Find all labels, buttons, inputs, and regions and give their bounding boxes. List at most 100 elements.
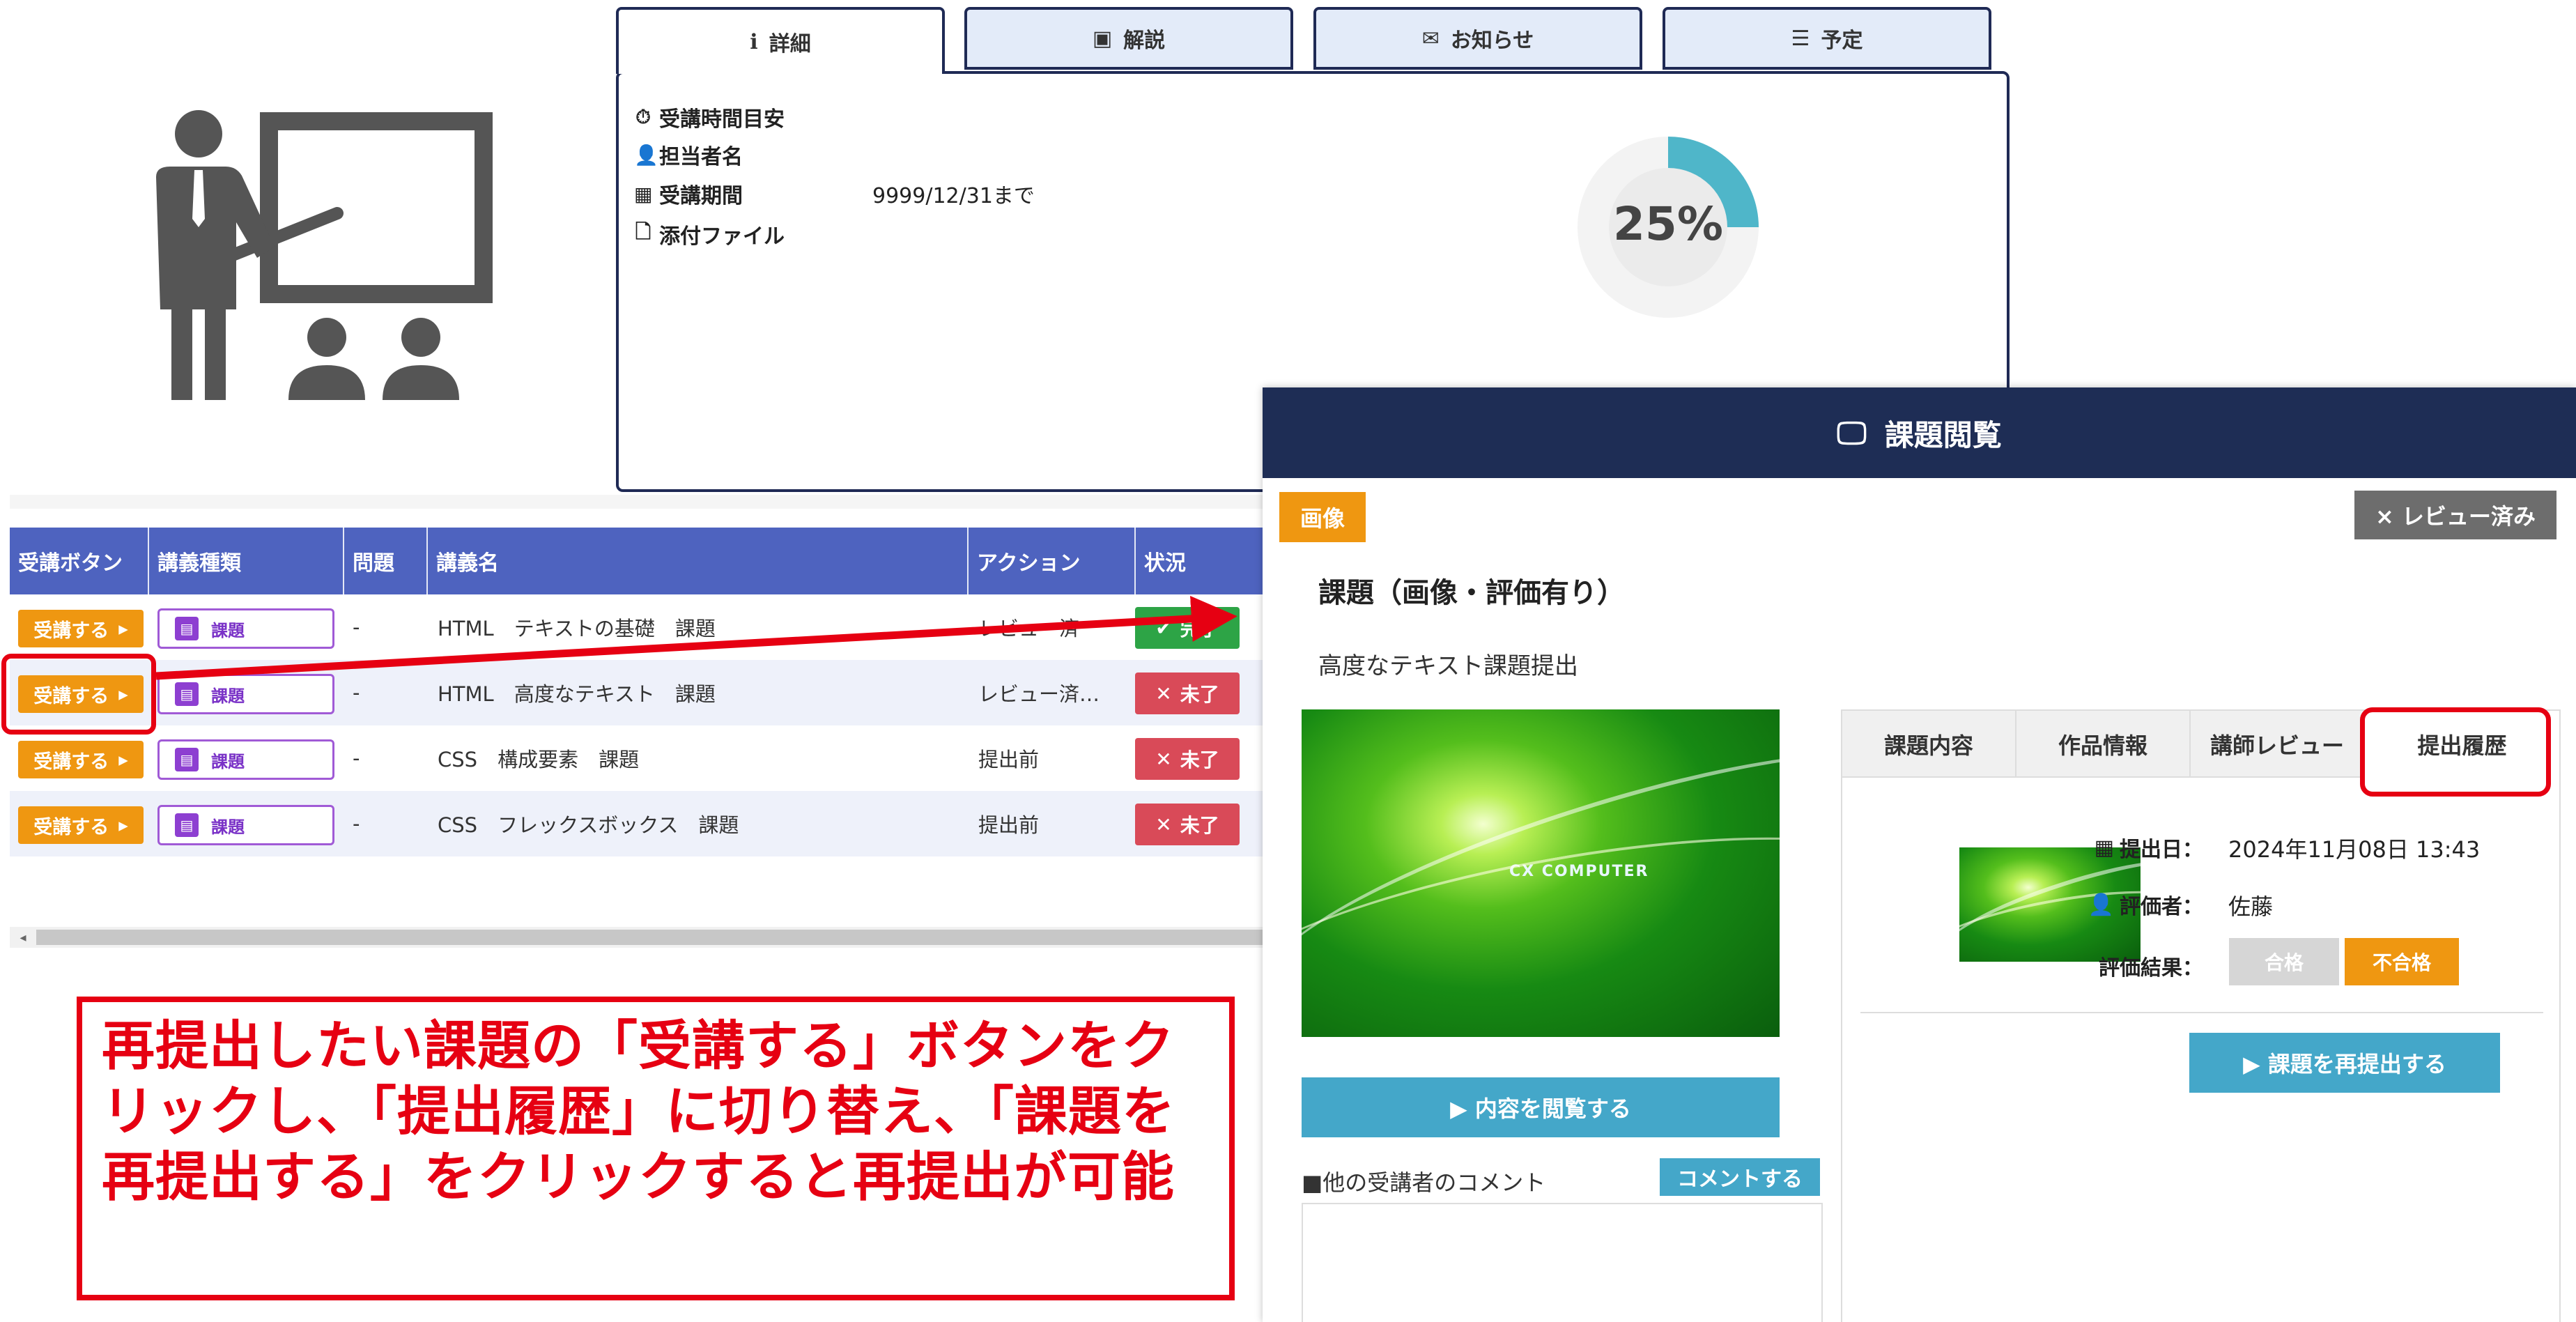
teacher-presenting-icon (156, 110, 493, 400)
view-content-button[interactable]: ▶ 内容を閲覧する (1302, 1077, 1780, 1137)
close-icon: ✕ (1155, 747, 1172, 771)
enroll-button[interactable]: 受講する ▸ (18, 741, 144, 778)
resubmit-button[interactable]: ▶ 課題を再提出する (2189, 1033, 2500, 1093)
table-row: 受講する ▸ ▤ 課題 - CSS 構成要素 課題 提出前 ✕ 未了 (10, 725, 1264, 791)
submit-date-label: ▦ 提出日： (2094, 835, 2203, 863)
caret-right-icon: ▸ (118, 814, 128, 836)
file-icon: 🗋 (635, 220, 651, 243)
section-divider (10, 495, 1264, 509)
assignment-title: 課題（画像・評価有り） (1318, 577, 1625, 609)
action-cell: レビュー済 (978, 617, 1080, 640)
pass-badge: 合格 (2229, 938, 2339, 985)
field-study-time: ⏱ 受講時間目安 (634, 102, 785, 132)
status-badge: ✔ 完了 (1135, 607, 1240, 649)
field-period: ▦ 受講期間 (634, 182, 743, 209)
scrollbar-thumb[interactable] (36, 930, 1263, 945)
submit-date-value: 2024年11月08日 13:43 (2228, 836, 2481, 863)
assignment-description: 高度なテキスト課題提出 (1318, 652, 1578, 680)
highlight-history-tab (2360, 707, 2551, 797)
type-badge: ▤ 課題 (157, 608, 334, 649)
problem-cell: - (353, 812, 360, 836)
document-icon: ▤ (175, 748, 199, 771)
id-card-icon: ▣ (1092, 26, 1113, 51)
problem-cell: - (353, 746, 360, 770)
status-badge: ✕ 未了 (1135, 672, 1240, 714)
problem-cell: - (353, 615, 360, 639)
preview-logo: CX COMPUTER (1509, 863, 1649, 880)
modal-title: 課題閲覧 (1884, 417, 2002, 452)
action-cell: 提出前 (978, 813, 1040, 837)
status-badge: ✕ 未了 (1135, 804, 1240, 845)
progress-donut: 25% (1578, 137, 1759, 318)
modal-header: 🖵 課題閲覧 (1263, 387, 2576, 478)
enroll-button[interactable]: 受講する ▸ (18, 806, 144, 844)
table-row: 受講する ▸ ▤ 課題 - HTML 高度なテキスト 課題 レビュー済… ✕ 未了 (10, 660, 1264, 725)
lecture-name: CSS フレックスボックス 課題 (438, 813, 739, 837)
tab-assignment-content[interactable]: 課題内容 (1842, 711, 2016, 778)
close-icon: ✕ (1155, 682, 1172, 705)
user-icon: 👤 (2088, 892, 2114, 917)
lecture-name: HTML テキストの基礎 課題 (438, 617, 716, 640)
header-status: 状況 (1144, 551, 1186, 576)
close-icon: ✕ (1155, 813, 1172, 836)
stopwatch-icon: ⏱ (635, 105, 651, 128)
tab-work-info[interactable]: 作品情報 (2016, 711, 2191, 778)
instruction-callout: 再提出したい課題の「受講する」ボタンをクリックし、「提出履歴」に切り替え、「課題… (77, 997, 1235, 1300)
table-row: 受講する ▸ ▤ 課題 - HTML テキストの基礎 課題 レビュー済 ✔ 完了 (10, 594, 1264, 660)
comment-box[interactable] (1302, 1203, 1823, 1322)
evaluator-label: 👤 評価者： (2088, 892, 2203, 920)
tab-schedule[interactable]: ☰ 予定 (1663, 7, 1991, 70)
info-icon: ℹ (750, 29, 758, 54)
header-problem: 問題 (344, 528, 428, 594)
tab-explanation[interactable]: ▣ 解説 (964, 7, 1293, 70)
field-attachment: 🗋 添付ファイル (634, 217, 785, 251)
header-name: 講義名 (428, 528, 969, 594)
type-badge: ▤ 課題 (157, 739, 334, 780)
media-type-badge: 画像 (1279, 492, 1366, 542)
comments-label: ■他の受講者のコメント (1302, 1169, 1546, 1196)
table-header: 受講ボタン 講義種類 問題 講義名 アクション 状況 (10, 528, 1264, 594)
assignment-modal: 🖵 課題閲覧 画像 × レビュー済み 課題（画像・評価有り） 高度なテキスト課題… (1263, 387, 2576, 1322)
calendar-icon: ▦ (634, 182, 653, 206)
type-badge: ▤ 課題 (157, 674, 334, 714)
progress-label: 25% (1613, 197, 1723, 251)
lecture-name: HTML 高度なテキスト 課題 (438, 682, 716, 706)
document-icon: ▤ (175, 617, 199, 640)
calendar-icon: ▦ (2094, 835, 2114, 860)
period-value: 9999/12/31まで (872, 184, 1035, 208)
caret-right-icon: ▸ (118, 617, 128, 640)
status-badge: ✕ 未了 (1135, 738, 1240, 780)
action-cell: 提出前 (978, 748, 1040, 771)
tab-detail[interactable]: ℹ 詳細 (616, 7, 945, 74)
monitor-icon: 🖵 (1837, 415, 1867, 451)
envelope-icon: ✉ (1421, 26, 1440, 51)
tab-instructor-review[interactable]: 講師レビュー (2191, 711, 2365, 778)
header-action: アクション (969, 528, 1136, 594)
list-icon: ☰ (1791, 26, 1810, 51)
header-type: 講義種類 (149, 528, 344, 594)
check-icon: ✔ (1155, 616, 1172, 640)
highlight-enroll-button (1, 654, 156, 735)
action-cell: レビュー済… (978, 682, 1100, 706)
caret-right-icon: ▸ (118, 748, 128, 771)
submission-preview-image: CX COMPUTER (1302, 709, 1780, 1037)
course-image (10, 10, 608, 498)
field-instructor: 👤 担当者名 (634, 143, 743, 170)
result-label: 評価結果： (2099, 956, 2203, 981)
type-badge: ▤ 課題 (157, 805, 334, 845)
fail-badge: 不合格 (2345, 938, 2459, 985)
header-enroll: 受講ボタン (10, 528, 149, 594)
scroll-left-icon[interactable]: ◂ (13, 927, 33, 948)
tab-notice[interactable]: ✉ お知らせ (1313, 7, 1642, 70)
reviewed-badge: × レビュー済み (2354, 491, 2556, 539)
document-icon: ▤ (175, 813, 199, 837)
evaluator-value: 佐藤 (2228, 893, 2274, 920)
lecture-name: CSS 構成要素 課題 (438, 748, 640, 771)
comment-button[interactable]: コメントする (1660, 1158, 1820, 1196)
problem-cell: - (353, 681, 360, 705)
enroll-button[interactable]: 受講する ▸ (18, 610, 144, 647)
divider (1860, 1012, 2543, 1013)
user-icon: 👤 (634, 143, 658, 167)
table-row: 受講する ▸ ▤ 課題 - CSS フレックスボックス 課題 提出前 ✕ 未了 (10, 791, 1264, 856)
document-icon: ▤ (175, 682, 199, 706)
